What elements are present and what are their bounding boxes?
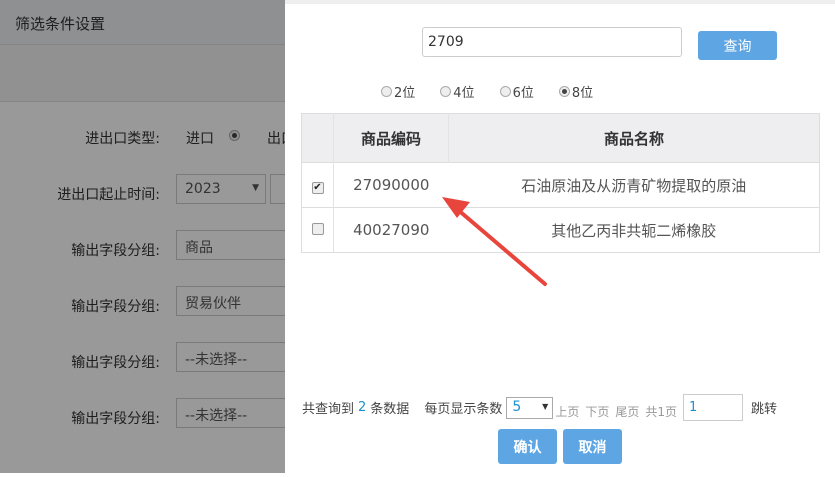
pagination: 共查询到 2 条数据 每页显示条数 5 上页 下页 尾页 共1页 1 跳转 [302,394,777,421]
next-page-link[interactable]: 下页 [585,403,609,420]
last-page-link[interactable]: 尾页 [615,403,639,420]
jump-button[interactable]: 跳转 [751,398,777,417]
product-picker-dialog: 查询 2位 4位 6位 8位 商品编码 商品名称 ✔ 27090000 石油原油… [285,0,835,473]
prev-page-link[interactable]: 上页 [555,403,579,420]
total-pages: 共1页 [645,405,678,419]
result-count: 2 [358,400,367,415]
cancel-button[interactable]: 取消 [563,429,622,464]
confirm-button[interactable]: 确认 [498,429,557,464]
page-jump-input[interactable]: 1 [683,394,744,421]
page-size-select[interactable]: 5 [506,396,554,419]
